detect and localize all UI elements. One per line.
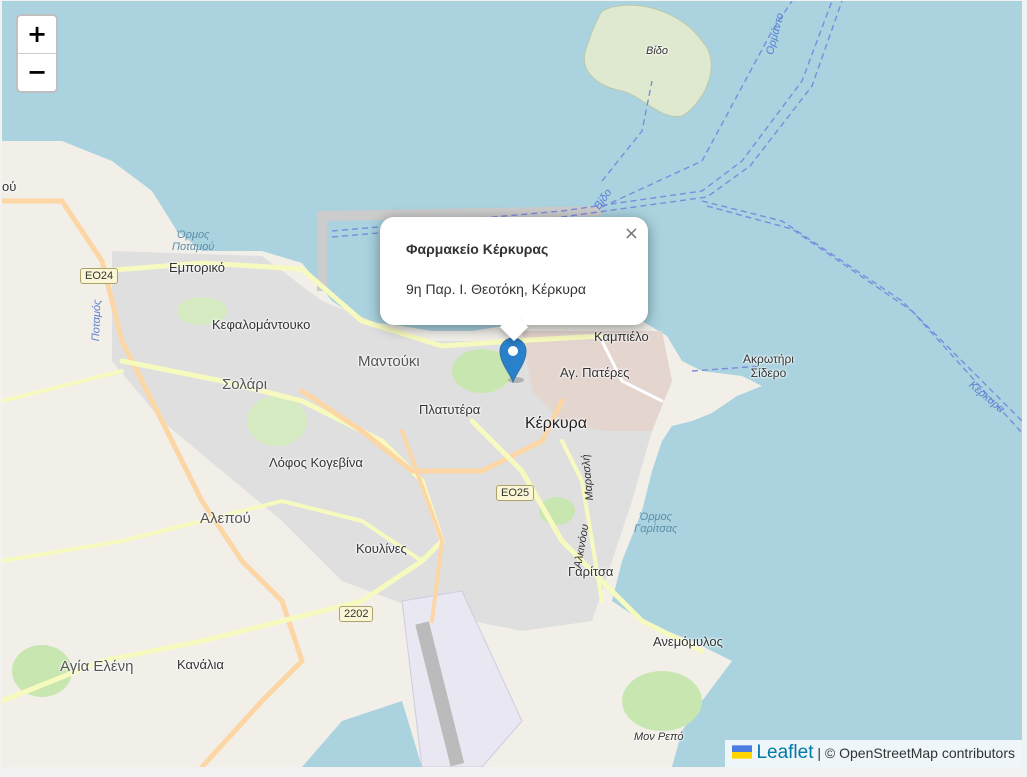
label-akrotirio-sidero: Ακρωτήρι Σίδερο <box>743 352 794 380</box>
label-alepou: Αλεπού <box>200 510 251 527</box>
label-emporiko: Εμπορικό <box>169 260 226 275</box>
zoom-in-button[interactable]: + <box>18 16 56 53</box>
marker-popup: × Φαρμακείο Κέρκυρας 9η Παρ. Ι. Θεοτόκη,… <box>380 217 648 342</box>
label-vido: Βίδο <box>646 45 669 57</box>
label-solari: Σολάρι <box>222 376 268 393</box>
label-kanalia: Κανάλια <box>177 657 224 672</box>
attribution: Leaflet | © OpenStreetMap contributors <box>725 740 1022 767</box>
label-agia-eleni: Αγία Ελένη <box>60 658 134 675</box>
popup-close-button[interactable]: × <box>624 223 639 244</box>
label-edge-ou: ού <box>2 179 17 194</box>
osm-attribution: © OpenStreetMap contributors <box>824 745 1015 761</box>
label-ormos-garitsas: Όρμος Γαρίτσας <box>634 511 678 535</box>
road-shield-eo24: EO24 <box>80 268 119 284</box>
map-tiles[interactable] <box>2 1 1022 767</box>
road-shield-eo25: EO25 <box>496 485 535 501</box>
label-kampiello: Καμπιέλο <box>594 329 649 344</box>
attribution-separator: | <box>817 745 822 761</box>
map-container[interactable]: Βίδο Όρμος Ποταμού Εμπορικό Κεφαλομάντου… <box>2 1 1022 767</box>
ukraine-flag-icon <box>732 745 753 759</box>
popup-address: 9η Παρ. Ι. Θεοτόκη, Κέρκυρα <box>406 281 586 297</box>
label-mon-repo: Μον Ρεπό <box>634 731 684 743</box>
label-kerkyra: Κέρκυρα <box>525 415 588 432</box>
popup-title: Φαρμακείο Κέρκυρας <box>406 241 549 257</box>
label-potamos: Ποταμός <box>90 299 104 342</box>
road-shield-2202: 2202 <box>339 606 374 622</box>
label-ormos-potamou: Όρμος Ποταμού <box>172 229 215 253</box>
label-kefalomantouko: Κεφαλομάντουκο <box>212 317 311 332</box>
popup-content: Φαρμακείο Κέρκυρας 9η Παρ. Ι. Θεοτόκη, Κ… <box>406 241 586 297</box>
label-anemomylos: Ανεμόμυλος <box>653 634 723 649</box>
zoom-out-button[interactable]: − <box>18 53 56 91</box>
label-platytera: Πλατυτέρα <box>419 402 481 417</box>
label-koulines: Κουλίνες <box>356 541 407 556</box>
leaflet-link[interactable]: Leaflet <box>756 742 813 763</box>
label-ag-pateres: Αγ. Πατέρες <box>560 365 630 380</box>
label-lofos-kogevina: Λόφος Κογεβίνα <box>269 455 363 470</box>
label-mantouki: Μαντούκι <box>358 353 420 370</box>
map-marker-icon[interactable] <box>498 335 528 383</box>
zoom-control: + − <box>16 14 58 93</box>
